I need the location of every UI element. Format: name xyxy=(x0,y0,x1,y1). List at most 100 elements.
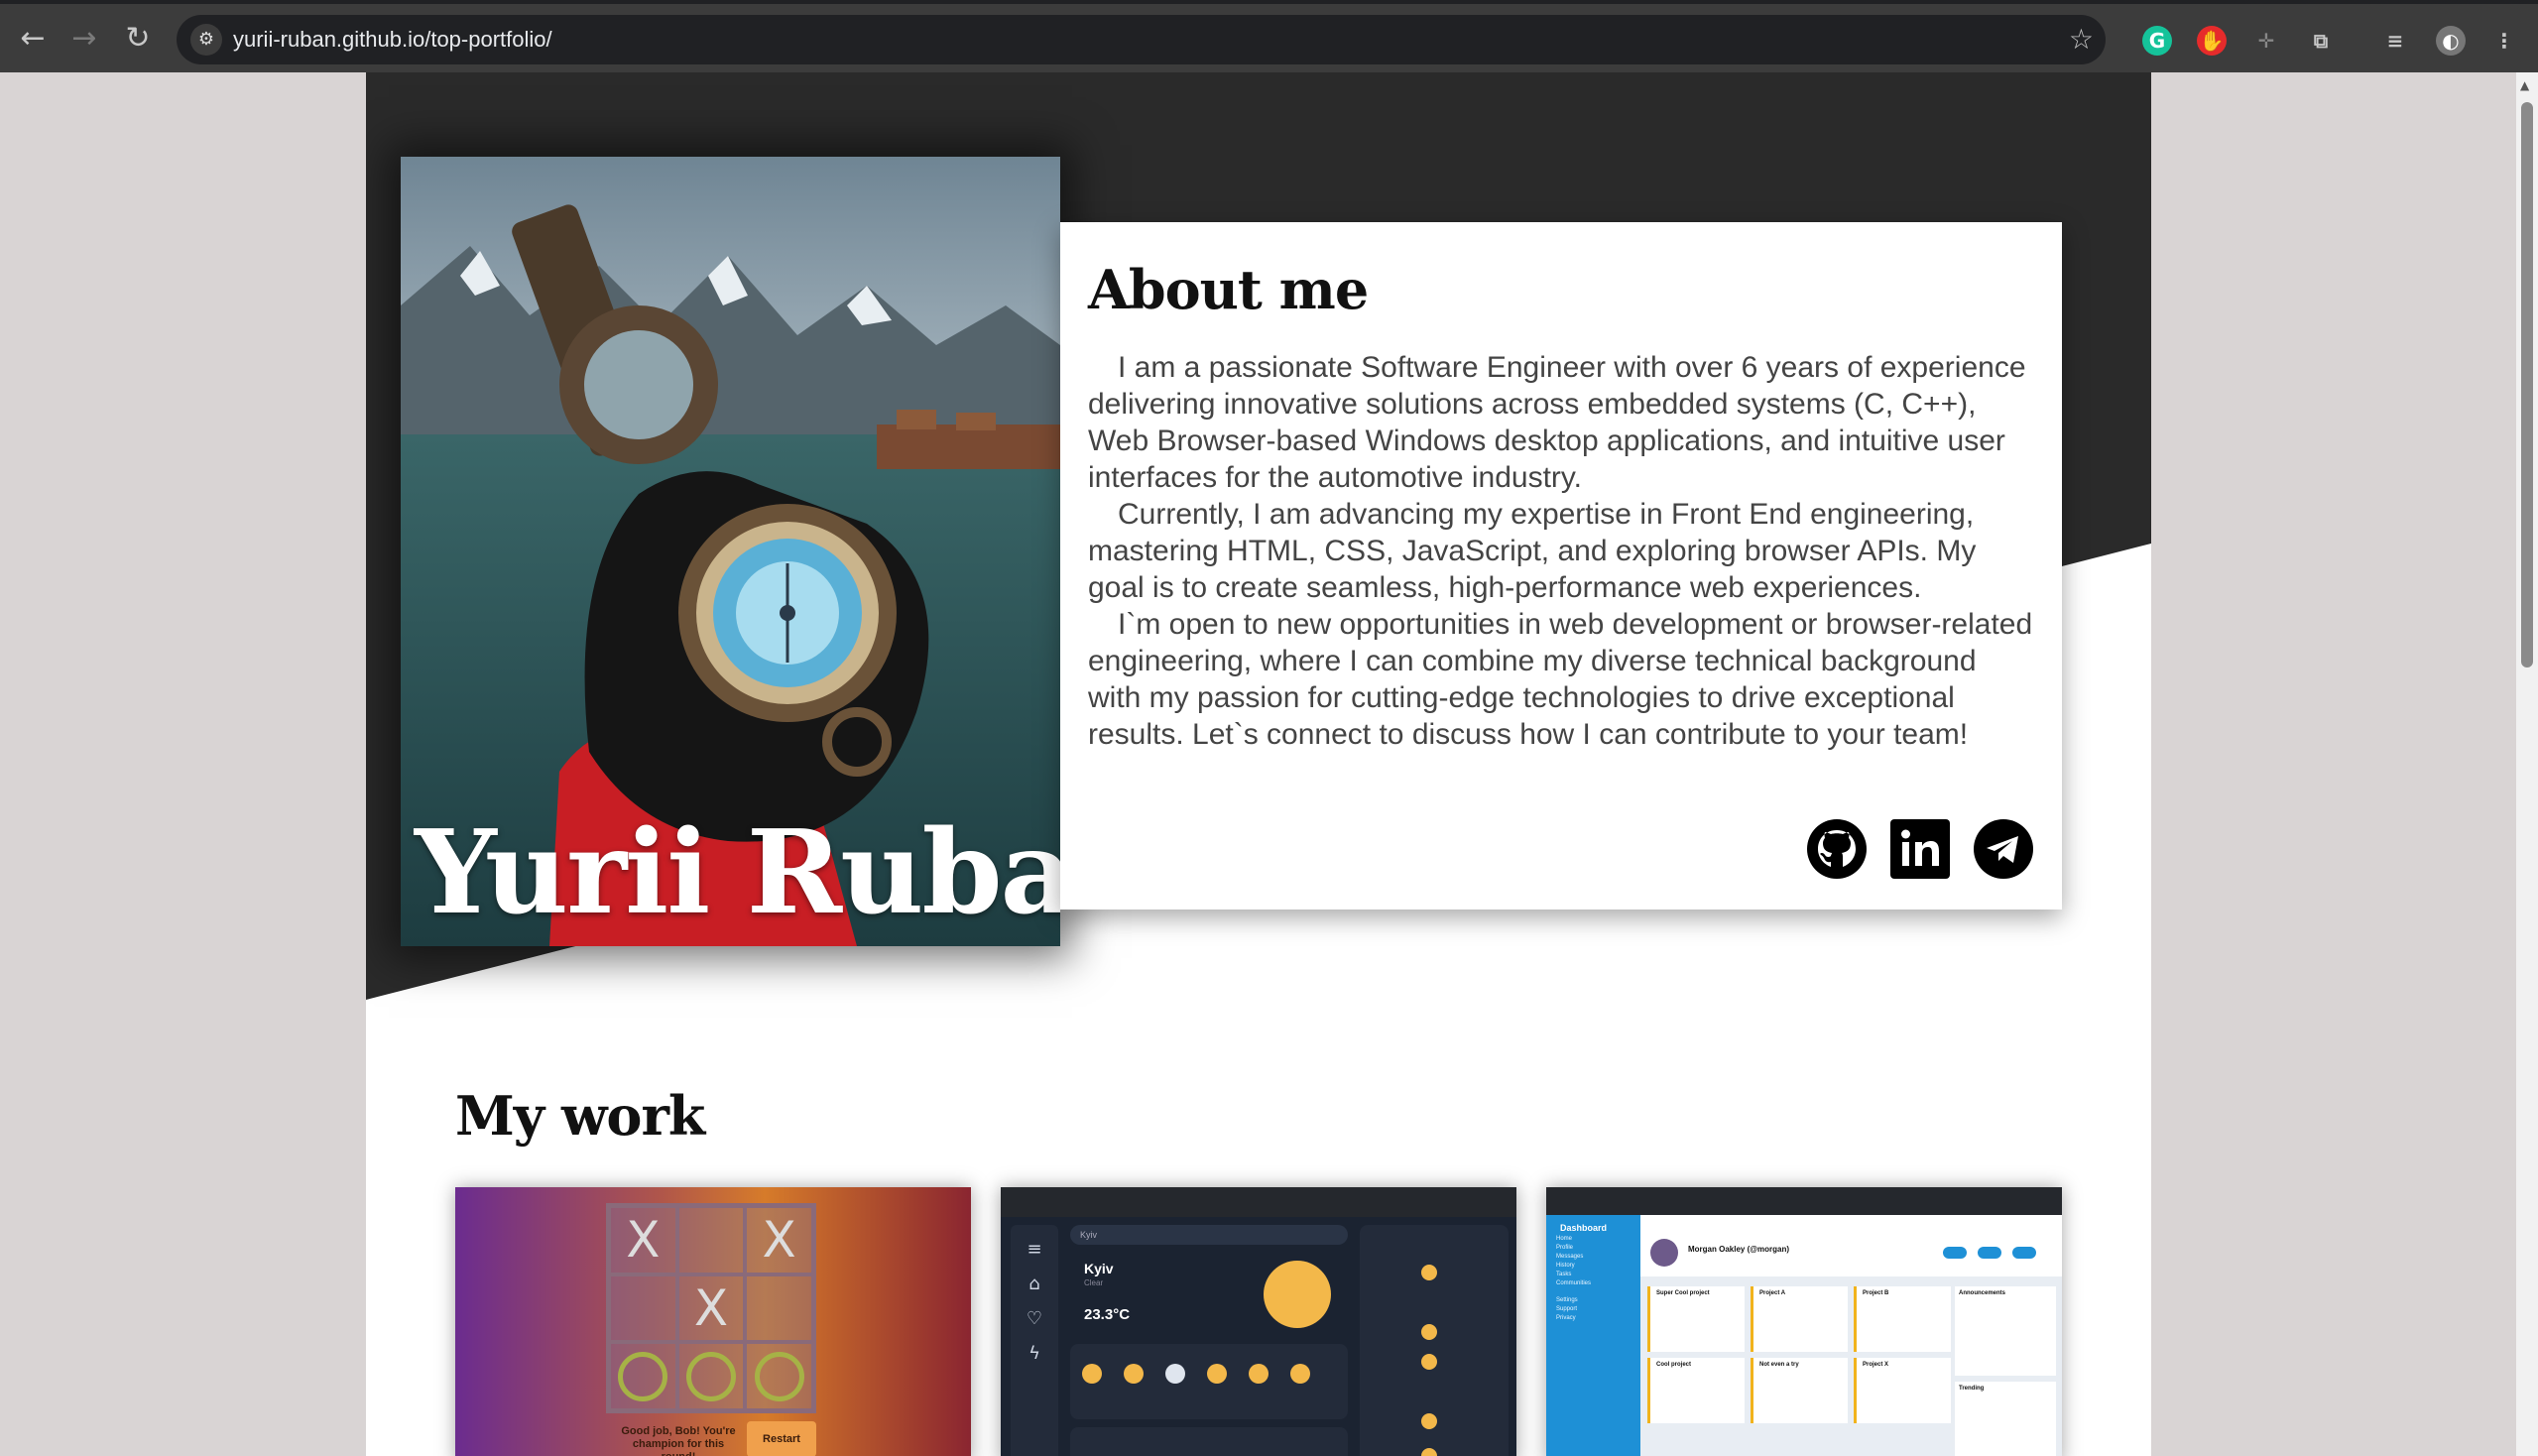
sidebar-item: Support xyxy=(1556,1306,1578,1312)
sun-icon xyxy=(1124,1364,1144,1384)
board-cell: X xyxy=(676,1274,746,1343)
github-icon[interactable] xyxy=(1806,818,1868,880)
sidebar-item: Home xyxy=(1556,1236,1573,1242)
sun-icon xyxy=(1249,1364,1269,1384)
air-conditions xyxy=(1070,1427,1348,1456)
site-info-icon[interactable]: ⚙ xyxy=(190,24,222,56)
dashboard-project: Project B xyxy=(1854,1286,1951,1352)
weather-sidebar: ≡ ⌂ ♡ ϟ xyxy=(1011,1225,1058,1456)
hero-photo: Yurii Ruban xyxy=(401,157,1060,946)
tic-tac-toe-board: X X X xyxy=(606,1203,816,1413)
announcements-panel: Announcements xyxy=(1955,1286,2056,1376)
board-cell xyxy=(609,1274,677,1343)
hero-name: Yurii Ruban xyxy=(415,805,1060,940)
dashboard-header: Morgan Oakley (@morgan) xyxy=(1640,1215,2062,1276)
telegram-icon[interactable] xyxy=(1973,818,2034,880)
sidebar-item: History xyxy=(1556,1263,1575,1269)
sun-icon xyxy=(1290,1364,1310,1384)
address-bar[interactable]: ⚙ yurii-ruban.github.io/top-portfolio/ ☆ xyxy=(177,15,2106,64)
linkedin-icon[interactable] xyxy=(1889,818,1951,880)
o-mark-icon xyxy=(685,1351,736,1401)
about-paragraph: Currently, I am advancing my expertise i… xyxy=(1088,498,1977,604)
page-scrollbar[interactable]: ▲ xyxy=(2516,72,2538,1456)
extension-icon[interactable]: ✛ xyxy=(2251,26,2281,56)
o-mark-icon xyxy=(754,1351,804,1401)
menu-icon[interactable]: ⋮ xyxy=(2489,26,2519,56)
project-card-dashboard[interactable]: Dashboard Home Profile Messages History … xyxy=(1546,1187,2062,1456)
screenshot-browser-bar xyxy=(1546,1187,2062,1215)
dashboard-project: Super Cool project xyxy=(1647,1286,1745,1352)
daily-forecast xyxy=(1360,1225,1509,1456)
sun-icon xyxy=(1207,1364,1227,1384)
grammarly-extension-icon[interactable]: G xyxy=(2142,26,2172,56)
browser-toolbar: ← → ↻ ⚙ yurii-ruban.github.io/top-portfo… xyxy=(0,0,2538,72)
board-cell: X xyxy=(609,1206,677,1274)
bolt-icon: ϟ xyxy=(1028,1343,1040,1364)
dashboard-sidebar-title: Dashboard xyxy=(1560,1223,1608,1233)
project-card-tic-tac-toe[interactable]: X X X Good job, Bob! You're champion for… xyxy=(455,1187,971,1456)
portfolio-page: Yurii Ruban About me I am a passionate S… xyxy=(366,72,2151,1456)
game-message: Good job, Bob! You're champion for this … xyxy=(621,1425,736,1456)
board-cell xyxy=(676,1342,746,1410)
dashboard-project: Project X xyxy=(1854,1358,1951,1423)
screenshot-browser-bar xyxy=(1001,1187,1516,1217)
sidebar-item: Tasks xyxy=(1556,1272,1572,1277)
weather-condition: Clear xyxy=(1084,1278,1104,1287)
o-mark-icon xyxy=(618,1351,668,1401)
project-card-weather[interactable]: ≡ ⌂ ♡ ϟ Kyiv Kyiv Clear 23.3°C xyxy=(1001,1187,1516,1456)
scroll-thumb[interactable] xyxy=(2521,102,2533,667)
extensions-puzzle-icon[interactable]: ⧉ xyxy=(2306,26,2336,56)
sidebar-item: Settings xyxy=(1556,1297,1578,1303)
forward-icon[interactable]: → xyxy=(67,22,101,56)
about-title: About me xyxy=(1088,258,1369,321)
weather-search: Kyiv xyxy=(1070,1225,1348,1245)
dashboard-project: Cool project xyxy=(1647,1358,1745,1423)
sun-icon xyxy=(1421,1324,1437,1340)
hourly-forecast xyxy=(1070,1344,1348,1419)
scroll-up-icon[interactable]: ▲ xyxy=(2520,78,2529,92)
back-icon[interactable]: ← xyxy=(16,22,50,56)
header-button xyxy=(1943,1247,1967,1259)
cloud-icon xyxy=(1165,1364,1185,1384)
sun-icon xyxy=(1082,1364,1102,1384)
about-paragraph: I am a passionate Software Engineer with… xyxy=(1088,351,2026,494)
adblock-extension-icon[interactable]: ✋ xyxy=(2197,26,2227,56)
reload-icon[interactable]: ↻ xyxy=(121,22,155,56)
board-cell: X xyxy=(745,1206,813,1274)
sun-icon xyxy=(1421,1448,1437,1456)
trending-panel: Trending xyxy=(1955,1382,2056,1456)
header-button xyxy=(2012,1247,2036,1259)
about-card: About me I am a passionate Software Engi… xyxy=(1060,222,2062,910)
dashboard-user: Morgan Oakley (@morgan) xyxy=(1688,1245,1790,1254)
sun-icon xyxy=(1421,1413,1437,1429)
restart-button: Restart xyxy=(747,1421,816,1456)
board-cell xyxy=(609,1342,677,1410)
weather-city: Kyiv xyxy=(1084,1261,1114,1276)
sun-icon xyxy=(1421,1354,1437,1370)
about-paragraph: I`m open to new opportunities in web dev… xyxy=(1088,608,2033,751)
sun-icon xyxy=(1264,1261,1331,1328)
social-links xyxy=(1806,818,2034,880)
dashboard-sidebar: Dashboard Home Profile Messages History … xyxy=(1546,1215,1640,1456)
board-cell xyxy=(676,1206,746,1274)
weather-temp: 23.3°C xyxy=(1084,1306,1131,1323)
header-button xyxy=(1978,1247,2001,1259)
dashboard-project: Project A xyxy=(1751,1286,1848,1352)
sidebar-item: Communities xyxy=(1556,1280,1592,1286)
weather-current: Kyiv Clear 23.3°C xyxy=(1070,1251,1348,1340)
menu-icon: ≡ xyxy=(1027,1239,1042,1260)
sidebar-item: Privacy xyxy=(1556,1315,1576,1321)
heart-icon: ♡ xyxy=(1026,1308,1043,1329)
my-work-title: My work xyxy=(455,1084,705,1148)
board-cell xyxy=(745,1274,813,1343)
sidebar-item: Messages xyxy=(1556,1254,1584,1260)
bookmark-star-icon[interactable]: ☆ xyxy=(2069,23,2094,56)
profile-avatar[interactable]: ◐ xyxy=(2436,26,2466,56)
dashboard-project: Not even a try xyxy=(1751,1358,1848,1423)
avatar xyxy=(1650,1239,1678,1267)
board-cell xyxy=(745,1342,813,1410)
home-icon: ⌂ xyxy=(1028,1274,1040,1294)
url-text[interactable]: yurii-ruban.github.io/top-portfolio/ xyxy=(233,27,552,53)
media-controls-icon[interactable]: ≡ xyxy=(2380,26,2410,56)
sidebar-item: Profile xyxy=(1556,1245,1574,1251)
